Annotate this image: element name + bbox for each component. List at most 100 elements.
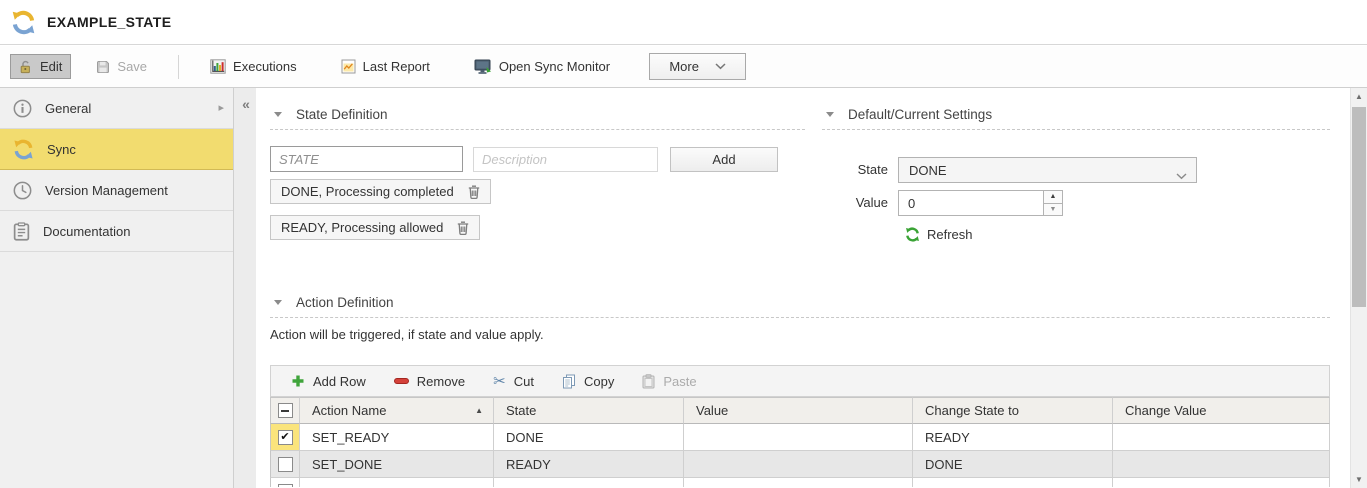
cell-value[interactable] [684, 424, 913, 451]
cell-change-state-to[interactable]: READY [913, 424, 1113, 451]
plus-icon [291, 374, 305, 388]
row-checkbox[interactable] [278, 457, 293, 472]
action-definition-section-header[interactable]: Action Definition [274, 295, 394, 310]
sidebar-item-general[interactable]: General ▸ [0, 88, 233, 129]
sidebar-item-version-management[interactable]: Version Management [0, 170, 233, 211]
cell-change-state-to[interactable]: DONE [913, 451, 1113, 478]
page-title: EXAMPLE_STATE [47, 14, 171, 30]
state-select[interactable]: DONE [898, 157, 1197, 183]
refresh-icon [905, 227, 920, 242]
collapse-triangle-icon [274, 300, 282, 305]
sidebar-item-documentation[interactable]: Documentation [0, 211, 233, 252]
scrollbar-thumb[interactable] [1352, 107, 1366, 307]
column-header-change-value[interactable]: Change Value [1113, 397, 1330, 424]
minus-icon [394, 378, 409, 384]
table-row-partial[interactable] [270, 478, 1330, 487]
scissors-icon: ✂ [493, 374, 506, 389]
copy-button[interactable]: Copy [562, 374, 614, 389]
cell-value[interactable] [684, 451, 913, 478]
state-select-label: State [822, 157, 888, 183]
state-definition-section-header[interactable]: State Definition [274, 107, 388, 122]
cell-change-value[interactable] [1113, 424, 1330, 451]
cell-state[interactable]: DONE [494, 424, 684, 451]
section-divider [270, 129, 805, 130]
main-toolbar: Edit Save [0, 46, 1367, 88]
default-settings-section-header[interactable]: Default/Current Settings [826, 107, 992, 122]
last-report-button[interactable]: Last Report [332, 54, 439, 79]
state-input[interactable] [270, 146, 463, 172]
table-header-row: Action Name ▲ State Value Change State t… [270, 397, 1330, 424]
header: EXAMPLE_STATE [0, 0, 1367, 45]
row-checkbox[interactable] [278, 484, 293, 488]
value-field-label: Value [822, 190, 888, 216]
add-state-button[interactable]: Add [670, 147, 778, 172]
state-chip-ready: READY, Processing allowed [270, 215, 480, 240]
open-sync-monitor-button[interactable]: Open Sync Monitor [465, 54, 619, 80]
value-input[interactable] [899, 191, 1040, 215]
vertical-scrollbar[interactable]: ▲ ▼ [1350, 88, 1367, 488]
section-title: State Definition [296, 107, 388, 122]
delete-state-icon[interactable] [468, 185, 480, 199]
submenu-arrow-icon[interactable]: ▸ [218, 103, 224, 114]
sync-icon [13, 139, 34, 160]
table-row[interactable]: SET_DONE READY DONE [270, 451, 1330, 478]
select-all-checkbox[interactable] [278, 403, 293, 418]
refresh-button[interactable]: Refresh [905, 227, 973, 242]
action-hint-text: Action will be triggered, if state and v… [270, 327, 544, 342]
spinner-up-icon[interactable]: ▲ [1044, 191, 1062, 204]
cut-button[interactable]: ✂ Cut [493, 374, 534, 389]
sidebar-item-sync[interactable]: Sync [0, 129, 233, 170]
cell-action-name[interactable]: SET_READY [300, 424, 494, 451]
description-input[interactable] [473, 147, 658, 172]
collapse-sidebar-button[interactable]: « [234, 88, 256, 112]
value-spinner: ▲ ▼ [898, 190, 1063, 216]
sidebar-collapse-strip: « [234, 88, 256, 488]
section-divider [270, 317, 1330, 318]
floppy-disk-icon [96, 60, 110, 74]
collapse-triangle-icon [826, 112, 834, 117]
executions-button[interactable]: Executions [201, 54, 306, 79]
column-header-value[interactable]: Value [684, 397, 913, 424]
scroll-down-icon[interactable]: ▼ [1351, 475, 1367, 484]
main-content: State Definition Add DONE, Processing co… [256, 88, 1343, 488]
table-row[interactable]: SET_READY DONE READY [270, 424, 1330, 451]
cell-action-name[interactable]: SET_DONE [300, 451, 494, 478]
actions-table: Action Name ▲ State Value Change State t… [270, 397, 1330, 487]
sync-logo-icon [11, 10, 36, 35]
remove-row-button[interactable]: Remove [394, 374, 465, 389]
monitor-icon [474, 59, 492, 75]
bar-chart-icon [210, 59, 226, 74]
column-header-state[interactable]: State [494, 397, 684, 424]
more-dropdown-button[interactable]: More [649, 53, 746, 80]
row-checkbox[interactable] [278, 430, 293, 445]
state-chip-done: DONE, Processing completed [270, 179, 491, 204]
section-divider [822, 129, 1330, 130]
scroll-up-icon[interactable]: ▲ [1351, 92, 1367, 101]
column-header-action-name[interactable]: Action Name ▲ [300, 397, 494, 424]
toolbar-separator [178, 55, 179, 79]
document-icon [13, 222, 30, 241]
report-icon [341, 59, 356, 74]
chevron-down-icon [715, 63, 726, 70]
cell-state[interactable]: READY [494, 451, 684, 478]
unlock-icon [19, 60, 33, 74]
grid-toolbar: Add Row Remove ✂ Cut [270, 365, 1330, 397]
clipboard-icon [642, 374, 655, 389]
add-row-button[interactable]: Add Row [291, 374, 366, 389]
info-icon [13, 99, 32, 118]
delete-state-icon[interactable] [457, 221, 469, 235]
cell-change-value[interactable] [1113, 451, 1330, 478]
paste-button[interactable]: Paste [642, 374, 696, 389]
sidebar: General ▸ Sync Version Managemen [0, 88, 234, 488]
clock-icon [13, 181, 32, 200]
chevron-down-icon [1176, 168, 1187, 183]
edit-button[interactable]: Edit [10, 54, 71, 79]
save-button[interactable]: Save [87, 54, 156, 79]
sort-ascending-icon: ▲ [475, 406, 483, 415]
state-select-value: DONE [909, 163, 947, 178]
section-title: Action Definition [296, 295, 394, 310]
copy-icon [562, 374, 576, 389]
spinner-down-icon[interactable]: ▼ [1044, 204, 1062, 216]
column-header-change-state-to[interactable]: Change State to [913, 397, 1113, 424]
section-title: Default/Current Settings [848, 107, 992, 122]
